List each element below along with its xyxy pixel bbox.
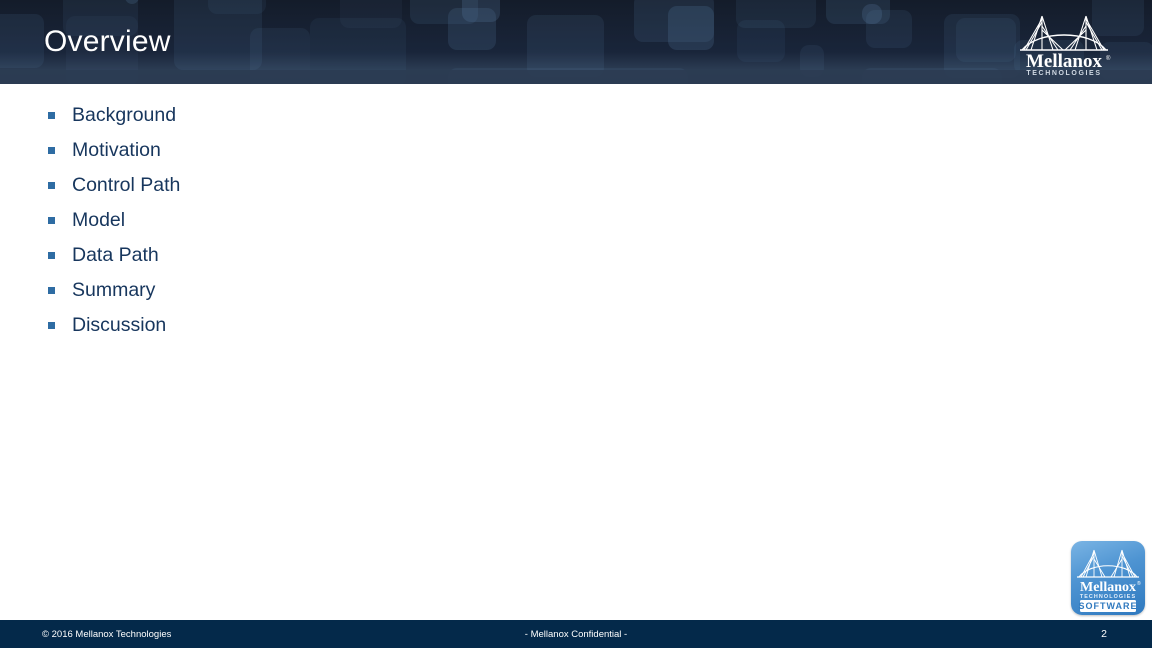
bullet-label: Summary [72, 278, 156, 301]
bullet-square-icon [48, 182, 55, 189]
mellanox-software-badge: Mellanox ® TECHNOLOGIES SOFTWARE [1071, 541, 1145, 615]
bullet-square-icon [48, 322, 55, 329]
badge-subtitle: TECHNOLOGIES [1080, 594, 1136, 600]
badge-wordmark: Mellanox [1080, 580, 1136, 595]
bullet-label: Control Path [72, 173, 181, 196]
page-title: Overview [44, 25, 171, 58]
bridge-icon [1020, 15, 1108, 51]
bullet-label: Data Path [72, 243, 159, 266]
list-item: Control Path [0, 168, 700, 203]
list-item: Model [0, 203, 700, 238]
list-item: Discussion [0, 308, 700, 343]
header-decor-square [462, 0, 500, 22]
bullet-square-icon [48, 217, 55, 224]
bullet-square-icon [48, 287, 55, 294]
bullet-label: Motivation [72, 138, 161, 161]
slide-header: Overview Mellanox ® TECHNOLOGIES [0, 0, 1152, 84]
badge-label: SOFTWARE [1079, 601, 1138, 611]
header-decor-square [340, 0, 402, 28]
header-bottom-strip [0, 70, 1152, 84]
header-decor-square [956, 18, 1016, 62]
bridge-icon [1077, 549, 1139, 578]
list-item: Motivation [0, 133, 700, 168]
header-decor-square [862, 4, 882, 24]
bullet-square-icon [48, 147, 55, 154]
logo-wordmark: Mellanox [1026, 51, 1102, 72]
list-item: Data Path [0, 238, 700, 273]
bullet-label: Discussion [72, 313, 167, 336]
slide-footer: © 2016 Mellanox Technologies - Mellanox … [0, 620, 1152, 648]
logo-subtitle: TECHNOLOGIES [1026, 70, 1101, 77]
mellanox-logo: Mellanox ® TECHNOLOGIES [1016, 10, 1112, 78]
header-decor-square [208, 0, 266, 14]
list-item: Background [0, 98, 700, 133]
footer-page-number: 2 [1101, 628, 1107, 640]
bullet-label: Model [72, 208, 126, 231]
header-decor-square [668, 6, 714, 50]
list-item: Summary [0, 273, 700, 308]
bullet-square-icon [48, 112, 55, 119]
logo-trademark: ® [1106, 55, 1111, 62]
bullet-label: Background [72, 103, 177, 126]
footer-confidential-notice: - Mellanox Confidential - [524, 629, 628, 640]
overview-bullet-list: Background Motivation Control Path Model… [0, 98, 700, 343]
header-decor-square [0, 14, 44, 68]
bullet-square-icon [48, 252, 55, 259]
header-decor-square [737, 20, 785, 62]
badge-trademark: ® [1137, 580, 1141, 587]
